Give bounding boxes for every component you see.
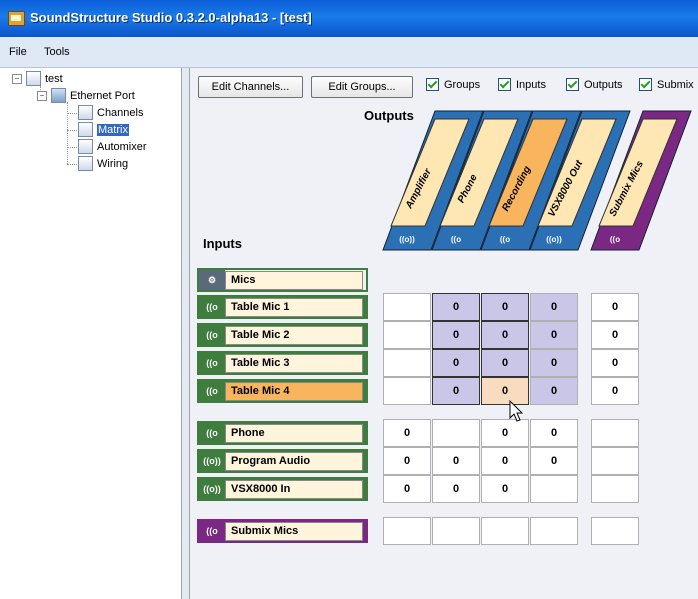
output-column-headers: Amplifier((o))Phone((oRecording((oVSX800… (382, 110, 692, 251)
matrix-cell[interactable]: 0 (432, 447, 480, 475)
speaker-icon: ((o)) (546, 235, 562, 244)
matrix-cell[interactable]: 0 (481, 475, 529, 503)
matrix-cell[interactable]: 0 (481, 447, 529, 475)
matrix-cell[interactable] (481, 517, 529, 545)
matrix-cell[interactable] (432, 517, 480, 545)
input-row-label[interactable]: ((o)) Program Audio (197, 449, 368, 473)
input-row-label[interactable]: ((o Table Mic 3 (197, 351, 368, 375)
matrix-cell[interactable]: 0 (383, 475, 431, 503)
gear-icon: ⚙ (199, 270, 225, 290)
input-row-name: VSX8000 In (225, 479, 363, 499)
matrix-cell[interactable]: 0 (383, 447, 431, 475)
matrix-cell[interactable] (591, 419, 639, 447)
microphone-icon: ((o (199, 353, 225, 373)
input-row-name: Table Mic 4 (225, 381, 363, 401)
matrix-cell[interactable]: 0 (432, 475, 480, 503)
input-row-label[interactable]: ((o Submix Mics (197, 519, 368, 543)
matrix-cell[interactable] (383, 293, 431, 321)
matrix-cell[interactable]: 0 (383, 419, 431, 447)
matrix-cell[interactable]: 0 (591, 377, 639, 405)
input-row-name: Submix Mics (225, 521, 363, 541)
matrix-cell[interactable] (432, 419, 480, 447)
matrix-cell[interactable]: 0 (591, 293, 639, 321)
matrix-cell[interactable]: 0 (530, 321, 578, 349)
matrix-cell[interactable]: 0 (591, 349, 639, 377)
matrix-cell[interactable]: 0 (530, 419, 578, 447)
input-row-label[interactable]: ((o Table Mic 4 (197, 379, 368, 403)
microphone-icon: ((o (199, 521, 225, 541)
matrix-cell[interactable]: 0 (530, 447, 578, 475)
group-row-mics[interactable]: ⚙ Mics (197, 268, 368, 292)
matrix-cell[interactable] (383, 349, 431, 377)
matrix-cell[interactable] (383, 321, 431, 349)
matrix-cell[interactable] (383, 517, 431, 545)
input-row-name: Table Mic 3 (225, 353, 363, 373)
matrix-cell[interactable]: 0 (481, 321, 529, 349)
microphone-icon: ((o (199, 325, 225, 345)
input-row-name: Table Mic 2 (225, 325, 363, 345)
input-row-label[interactable]: ((o Table Mic 1 (197, 295, 368, 319)
matrix-cell[interactable]: 0 (530, 293, 578, 321)
speaker-icon: ((o (610, 235, 620, 244)
matrix-cell[interactable]: 0 (591, 321, 639, 349)
matrix-cell[interactable] (530, 517, 578, 545)
matrix-cell[interactable]: 0 (530, 377, 578, 405)
matrix-cell[interactable] (591, 447, 639, 475)
input-row-name: Table Mic 1 (225, 297, 363, 317)
speaker-icon: ((o (451, 235, 461, 244)
speaker-icon: ((o (500, 235, 510, 244)
matrix-cell[interactable]: 0 (481, 349, 529, 377)
input-row-label[interactable]: ((o)) VSX8000 In (197, 477, 368, 501)
stereo-input-icon: ((o)) (199, 451, 225, 471)
input-row-label[interactable]: ((o Phone (197, 421, 368, 445)
input-row-name: Program Audio (225, 451, 363, 471)
matrix-cell[interactable] (591, 517, 639, 545)
matrix-cell[interactable]: 0 (432, 293, 480, 321)
matrix-cell[interactable] (530, 475, 578, 503)
microphone-icon: ((o (199, 297, 225, 317)
matrix-cell[interactable]: 0 (432, 321, 480, 349)
matrix-cell[interactable]: 0 (432, 349, 480, 377)
microphone-icon: ((o (199, 423, 225, 443)
speaker-icon: ((o)) (399, 235, 415, 244)
microphone-icon: ((o (199, 381, 225, 401)
mouse-pointer-icon (509, 400, 524, 422)
group-row-label: Mics (225, 270, 363, 290)
matrix-cell[interactable]: 0 (432, 377, 480, 405)
input-row-name: Phone (225, 423, 363, 443)
matrix-cell[interactable] (591, 475, 639, 503)
input-row-label[interactable]: ((o Table Mic 2 (197, 323, 368, 347)
stereo-input-icon: ((o)) (199, 479, 225, 499)
matrix-cell[interactable]: 0 (530, 349, 578, 377)
matrix-cell[interactable] (383, 377, 431, 405)
matrix-cell[interactable]: 0 (481, 293, 529, 321)
